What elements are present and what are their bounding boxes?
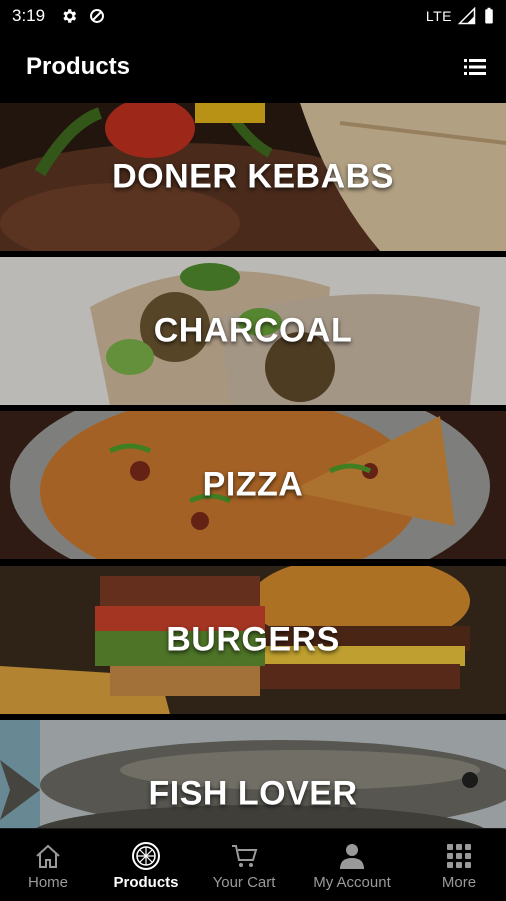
bottom-navigation: Home Products Your Cart My Account More — [0, 828, 506, 901]
nav-more[interactable]: More — [412, 829, 506, 901]
nav-label: My Account — [313, 874, 391, 891]
battery-icon — [485, 7, 493, 24]
status-time: 3:19 — [12, 6, 46, 25]
nav-label: More — [441, 874, 477, 891]
person-icon — [340, 844, 364, 869]
nav-label: Home — [27, 874, 68, 891]
nav-my-account[interactable]: My Account — [296, 829, 408, 901]
nav-your-cart[interactable]: Your Cart — [196, 829, 292, 901]
category-label: FISH LOVER — [148, 774, 358, 813]
app-bar: Products — [0, 32, 506, 102]
category-label: CHARCOAL — [153, 311, 353, 350]
cart-icon — [232, 845, 258, 867]
category-label: PIZZA — [202, 465, 304, 504]
status-bar: 3:19 LTE — [0, 0, 506, 32]
category-charcoal[interactable]: CHARCOAL — [0, 257, 506, 405]
nav-label: Your Cart — [212, 874, 276, 891]
category-pizza[interactable]: PIZZA — [0, 411, 506, 559]
list-view-icon[interactable] — [464, 58, 486, 76]
category-burgers[interactable]: BURGERS — [0, 566, 506, 714]
nav-home[interactable]: Home — [0, 829, 96, 901]
network-type: LTE — [425, 8, 452, 24]
data-saver-icon — [90, 9, 104, 23]
settings-icon — [63, 9, 77, 23]
home-icon — [36, 844, 60, 868]
category-doner-kebabs[interactable]: DONER KEBABS — [0, 103, 506, 251]
category-label: DONER KEBABS — [112, 157, 394, 196]
nav-products[interactable]: Products — [96, 829, 196, 901]
category-label: BURGERS — [166, 620, 340, 659]
grid-icon — [447, 844, 471, 868]
nav-label: Products — [113, 874, 179, 891]
page-title: Products — [26, 53, 131, 80]
signal-icon — [458, 7, 476, 25]
pizza-icon — [132, 842, 160, 870]
